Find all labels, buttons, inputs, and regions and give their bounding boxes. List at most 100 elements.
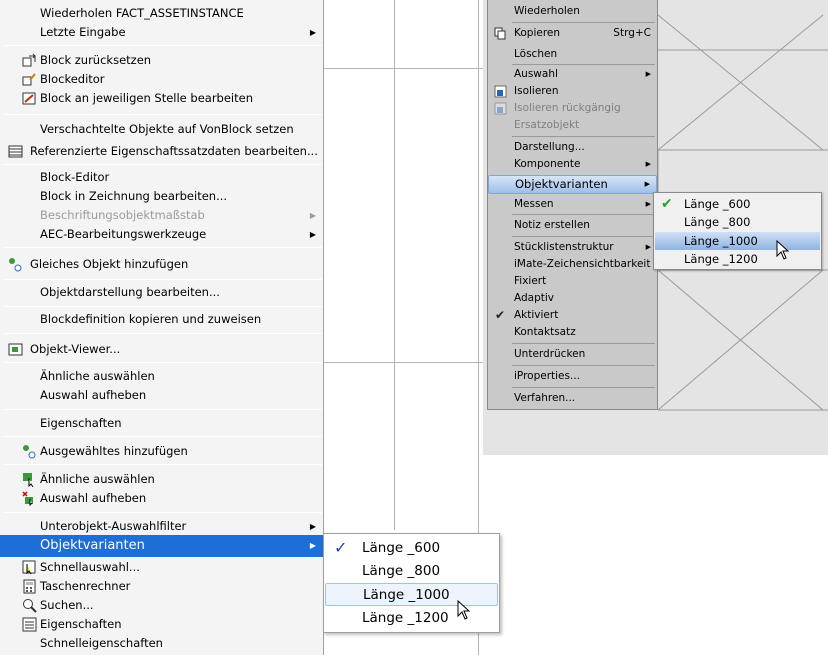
rmenu-item-measure[interactable]: Messen ▶	[488, 196, 657, 213]
menu-item-calculator[interactable]: Taschenrechner	[0, 577, 323, 596]
submenu-item-length-1000[interactable]: Länge _1000	[325, 583, 498, 606]
menu-separator	[4, 279, 322, 280]
menu-item-edit-in-place[interactable]: Block an jeweiligen Stelle bearbeiten	[0, 89, 323, 108]
menu-item-nested-byblock[interactable]: Verschachtelte Objekte auf VonBlock setz…	[0, 120, 323, 139]
rmenu-item-bom-structure[interactable]: Stücklistenstruktur ▶	[488, 239, 657, 256]
menu-separator	[512, 343, 655, 344]
menu-item-find[interactable]: Suchen...	[0, 596, 323, 615]
menu-item-quick-select[interactable]: Schnellauswahl...	[0, 558, 323, 577]
menu-item-deselect-2[interactable]: Auswahl aufheben	[0, 489, 323, 508]
checkmark-icon: ✔	[495, 308, 506, 322]
screenshot-stage: Wiederholen FACT_ASSETINSTANCE Letzte Ei…	[0, 0, 828, 655]
menu-item-quick-properties[interactable]: Schnelleigenschaften	[0, 634, 323, 653]
menu-item-object-viewer[interactable]: Objekt-Viewer...	[0, 340, 323, 359]
undo-isolate-icon	[494, 102, 507, 115]
submenu-arrow-icon: ▶	[309, 28, 316, 37]
submenu-arrow-icon: ▶	[645, 70, 651, 78]
menu-separator	[4, 45, 322, 46]
submenu-object-variants-left: ✓ Länge _600 Länge _800 Länge _1000 Läng…	[323, 533, 500, 633]
rsubmenu-item-length-1000[interactable]: Länge _1000	[655, 232, 820, 250]
menu-separator	[4, 409, 322, 410]
menu-item-add-selected[interactable]: Gleiches Objekt hinzufügen	[0, 255, 323, 274]
menu-item-add-selected-objects[interactable]: Ausgewähltes hinzufügen	[0, 442, 323, 461]
menu-separator	[4, 362, 322, 363]
menu-separator	[4, 114, 322, 115]
menu-item-aec-tools[interactable]: AEC-Bearbeitungswerkzeuge ▶	[0, 225, 323, 244]
submenu-item-length-1200[interactable]: Länge _1200	[325, 607, 498, 630]
menu-item-object-variants[interactable]: Objektvarianten ▶	[0, 535, 323, 557]
add-selected-icon	[23, 445, 36, 459]
menu-item-block-reset[interactable]: Block zurücksetzen	[0, 51, 323, 70]
menu-item-properties-2[interactable]: Eigenschaften	[0, 615, 323, 634]
context-menu-left: Wiederholen FACT_ASSETINSTANCE Letzte Ei…	[0, 0, 324, 655]
rmenu-item-imate-visibility[interactable]: iMate-Zeichensichtbarkeit	[488, 256, 657, 273]
mouse-cursor-icon	[776, 240, 790, 260]
submenu-item-length-800[interactable]: Länge _800	[325, 560, 498, 583]
menu-item-blockeditor[interactable]: Blockeditor	[0, 70, 323, 89]
rmenu-item-copy[interactable]: Kopieren Strg+C	[488, 25, 657, 42]
rsubmenu-item-length-600[interactable]: ✔ Länge _600	[655, 195, 820, 213]
rmenu-item-procedure[interactable]: Verfahren...	[488, 390, 657, 407]
rmenu-item-object-variants[interactable]: Objektvarianten ▶	[488, 175, 657, 194]
rmenu-item-adaptive[interactable]: Adaptiv	[488, 290, 657, 307]
property-table-icon	[8, 145, 23, 158]
menu-item-block-editor[interactable]: Block-Editor	[0, 168, 323, 187]
context-menu-right: Wiederholen Kopieren Strg+C Löschen Auswa…	[487, 0, 658, 410]
rmenu-item-component[interactable]: Komponente ▶	[488, 156, 657, 173]
menu-separator	[512, 22, 655, 23]
deselect-icon	[22, 491, 33, 506]
menu-separator	[4, 512, 322, 513]
rmenu-item-repeat[interactable]: Wiederholen	[488, 3, 657, 20]
menu-item-block-in-drawing[interactable]: Block in Zeichnung bearbeiten...	[0, 187, 323, 206]
menu-item-recent-input[interactable]: Letzte Eingabe ▶	[0, 23, 323, 42]
menu-item-select-similar[interactable]: Ähnliche auswählen	[0, 367, 323, 386]
mouse-cursor-icon	[457, 600, 471, 620]
menu-item-select-similar-2[interactable]: Ähnliche auswählen	[0, 470, 323, 489]
rsubmenu-item-length-800[interactable]: Länge _800	[655, 213, 820, 231]
submenu-arrow-icon: ▶	[645, 200, 651, 208]
menu-item-object-display[interactable]: Objektdarstellung bearbeiten...	[0, 283, 323, 302]
properties-icon	[22, 617, 37, 632]
menu-item-repeat[interactable]: Wiederholen FACT_ASSETINSTANCE	[0, 4, 323, 23]
rmenu-item-representation[interactable]: Darstellung...	[488, 139, 657, 156]
submenu-arrow-icon: ▶	[645, 243, 651, 251]
copy-icon	[494, 27, 506, 40]
shortcut-label: Strg+C	[613, 27, 651, 39]
rsubmenu-item-length-1200[interactable]: Länge _1200	[655, 250, 820, 268]
object-viewer-icon	[8, 343, 23, 356]
select-similar-icon	[23, 473, 34, 487]
quick-select-icon	[22, 560, 36, 575]
canvas-line	[324, 362, 483, 363]
menu-item-copy-block-def[interactable]: Blockdefinition kopieren und zuweisen	[0, 310, 323, 329]
menu-item-annotation-scale[interactable]: Beschriftungsobjektmaßstab ▶	[0, 206, 323, 225]
menu-separator	[4, 164, 322, 165]
rmenu-item-contact-set[interactable]: Kontaktsatz	[488, 324, 657, 341]
rmenu-item-delete[interactable]: Löschen	[488, 46, 657, 63]
menu-item-properties[interactable]: Eigenschaften	[0, 414, 323, 433]
block-editor-icon	[22, 73, 36, 86]
menu-item-subobject-filter[interactable]: Unterobjekt-Auswahlfilter ▶	[0, 517, 323, 536]
rmenu-item-selection[interactable]: Auswahl ▶	[488, 66, 657, 83]
rmenu-item-substitute[interactable]: Ersatzobjekt	[488, 117, 657, 134]
menu-separator	[4, 247, 322, 248]
find-icon	[23, 599, 37, 613]
submenu-item-length-600[interactable]: ✓ Länge _600	[325, 537, 498, 560]
block-reset-icon	[22, 53, 36, 67]
rmenu-item-grounded[interactable]: Fixiert	[488, 273, 657, 290]
rmenu-item-undo-isolate[interactable]: Isolieren rückgängig	[488, 100, 657, 117]
menu-separator	[512, 214, 655, 215]
rmenu-item-enabled[interactable]: ✔ Aktiviert	[488, 307, 657, 324]
rmenu-item-suppress[interactable]: Unterdrücken	[488, 346, 657, 363]
rmenu-item-create-note[interactable]: Notiz erstellen	[488, 217, 657, 234]
submenu-arrow-icon: ▶	[645, 160, 651, 168]
menu-separator	[512, 236, 655, 237]
rmenu-item-isolate[interactable]: Isolieren	[488, 83, 657, 100]
edit-in-place-icon	[22, 92, 36, 105]
submenu-arrow-icon: ▶	[644, 180, 650, 188]
menu-item-deselect[interactable]: Auswahl aufheben	[0, 386, 323, 405]
rmenu-item-iproperties[interactable]: iProperties...	[488, 368, 657, 385]
menu-item-propertyset-data[interactable]: Referenzierte Eigenschaftssatzdaten bear…	[0, 142, 323, 161]
isolate-icon	[494, 85, 507, 98]
menu-separator	[512, 136, 655, 137]
add-object-icon	[9, 258, 22, 272]
